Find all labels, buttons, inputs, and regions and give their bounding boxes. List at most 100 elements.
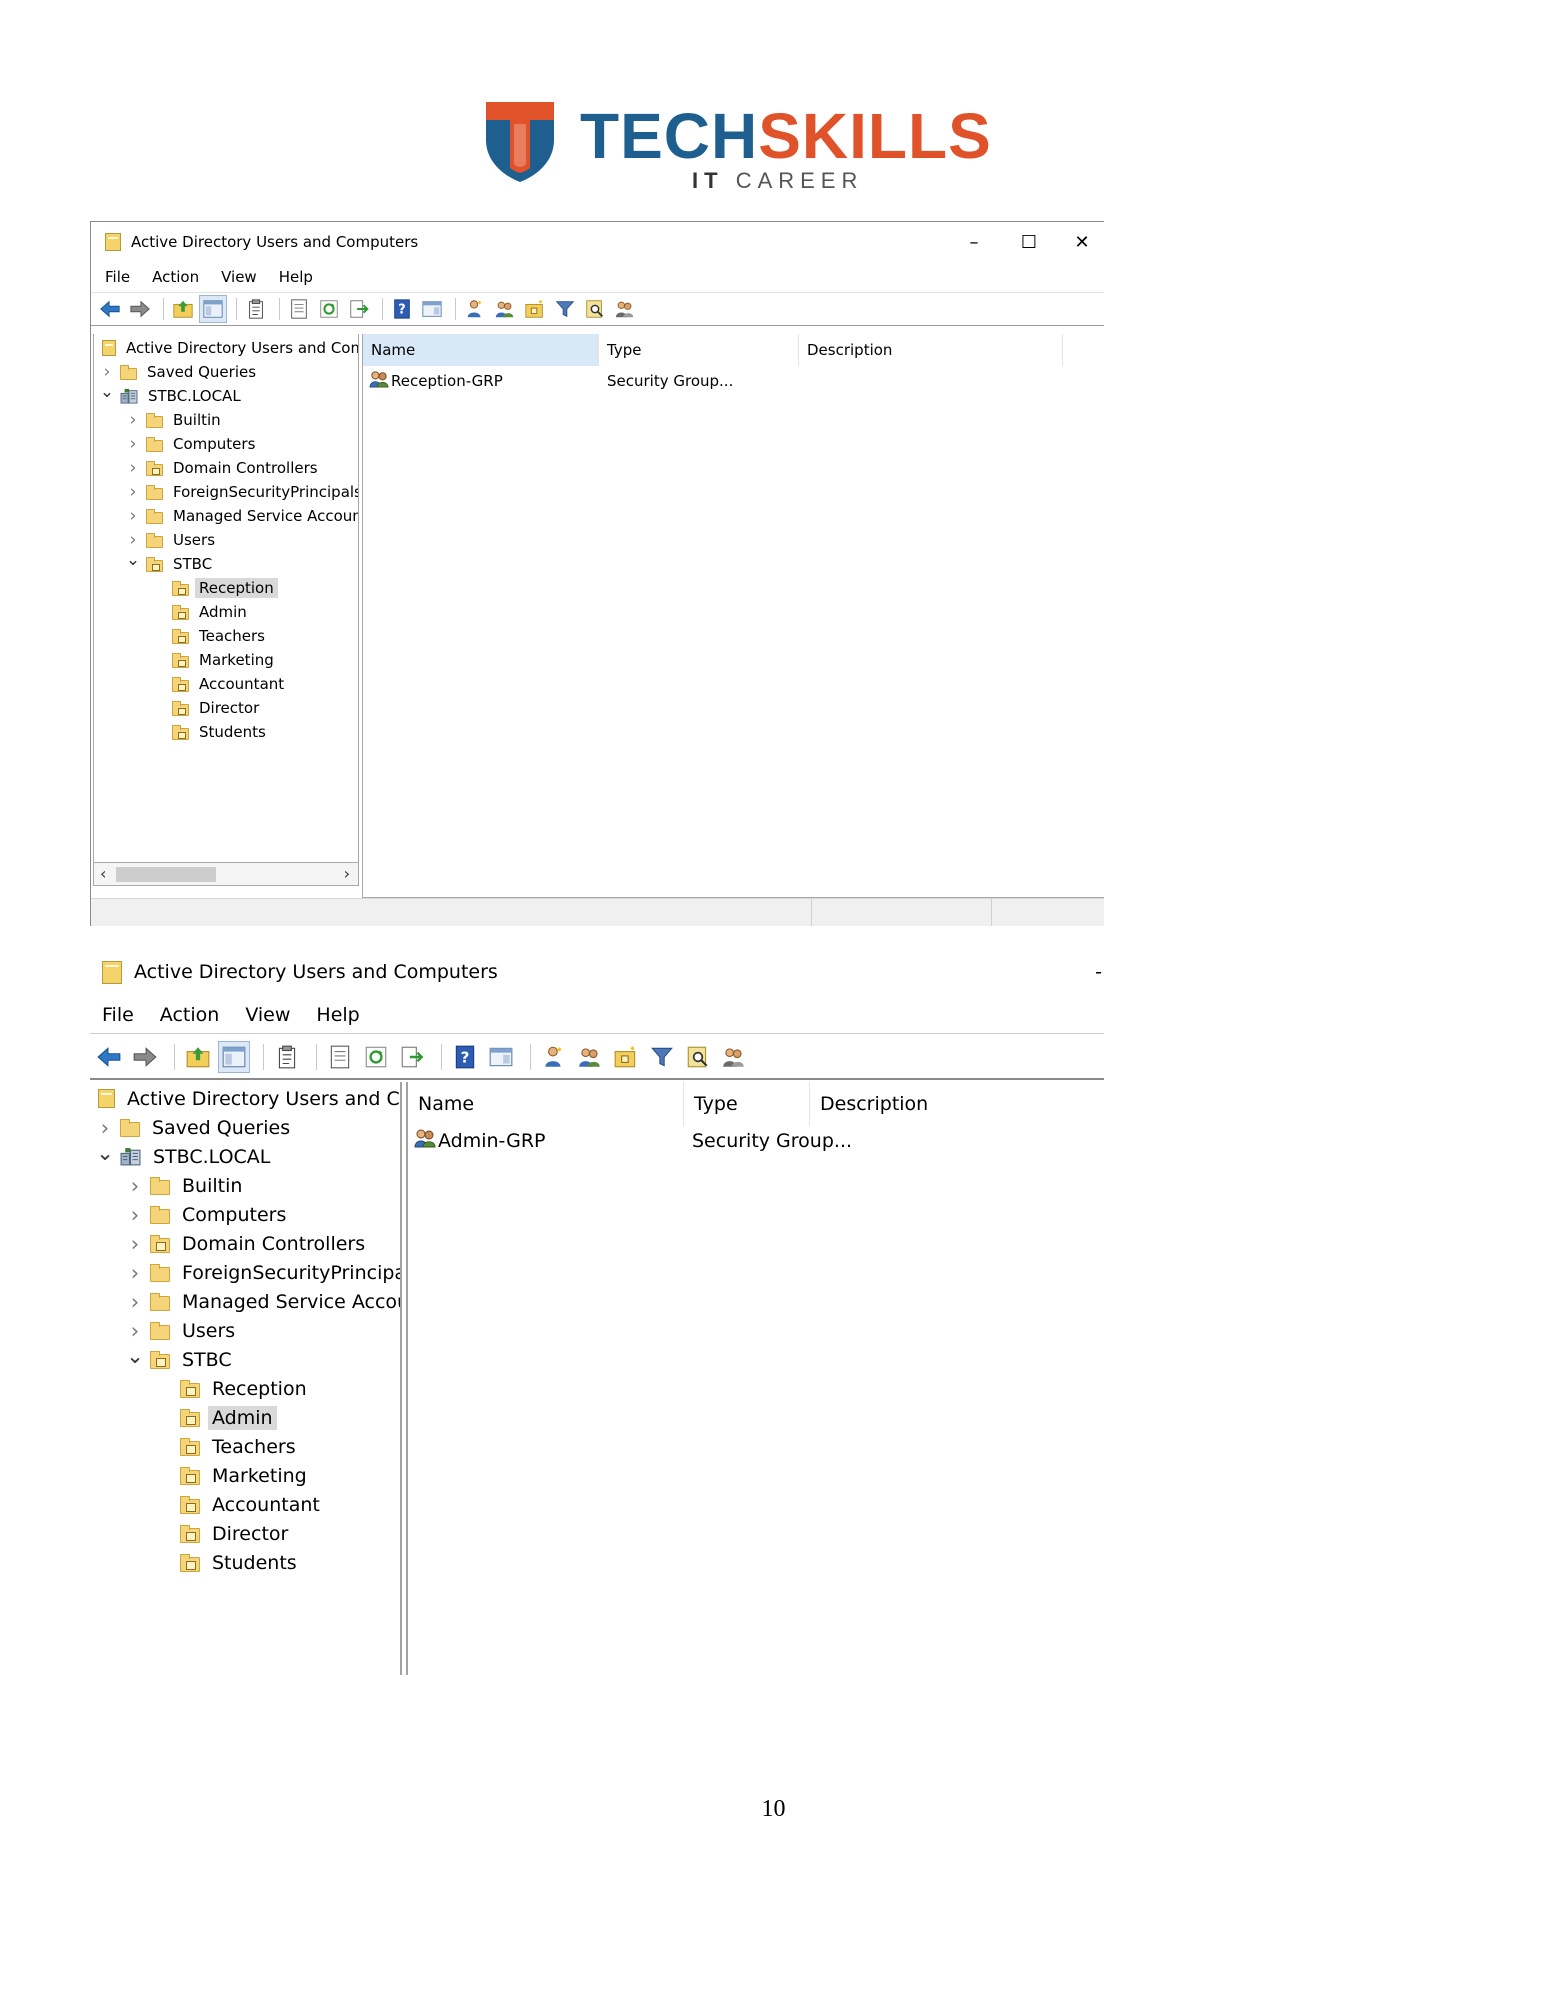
chevron-right-icon[interactable]: ›	[124, 434, 142, 454]
tree-item-builtin[interactable]: › Builtin	[90, 1171, 246, 1200]
show-action-pane-icon[interactable]	[486, 1042, 516, 1072]
forward-arrow-icon[interactable]	[127, 296, 153, 322]
tree-item-foreignsecurityprincipals[interactable]: › ForeignSecurityPrincipals	[94, 480, 358, 504]
scrollbar-thumb[interactable]	[116, 867, 216, 882]
find-icon[interactable]	[582, 296, 608, 322]
export-list-icon[interactable]	[346, 296, 372, 322]
new-user-icon[interactable]	[462, 296, 488, 322]
maximize-button[interactable]: ☐	[998, 232, 1060, 253]
tree-item-computers[interactable]: › Computers	[90, 1200, 290, 1229]
tree-item-stbc-local[interactable]: ⌄ STBC.LOCAL	[94, 382, 245, 408]
menu-help[interactable]: Help	[316, 1004, 359, 1026]
chevron-right-icon[interactable]: ›	[124, 1232, 146, 1256]
chevron-right-icon[interactable]: ›	[124, 1203, 146, 1227]
scroll-left-arrow-icon[interactable]: ‹	[100, 864, 106, 883]
tree-item-builtin[interactable]: › Builtin	[94, 408, 225, 432]
tree-item-domain-controllers[interactable]: › Domain Controllers	[90, 1229, 369, 1258]
tree-item-users[interactable]: › Users	[94, 528, 219, 552]
list-item[interactable]: Admin-GRP Security Group...	[408, 1128, 1104, 1157]
forward-arrow-icon[interactable]	[130, 1042, 160, 1072]
chevron-down-icon[interactable]: ⌄	[124, 550, 142, 570]
tree-item-director[interactable]: Director	[90, 1519, 292, 1548]
new-group-icon[interactable]	[492, 296, 518, 322]
column-header-description[interactable]: Description	[810, 1082, 1104, 1126]
tree-item-marketing[interactable]: Marketing	[94, 648, 278, 672]
help-icon[interactable]: ?	[389, 296, 415, 322]
refresh-icon[interactable]	[316, 296, 342, 322]
new-ou-icon[interactable]	[611, 1042, 641, 1072]
tree-item-domain-controllers[interactable]: › Domain Controllers	[94, 456, 322, 480]
tree-item-active-directory-users-and-com[interactable]: Active Directory Users and Com	[94, 336, 358, 360]
tree-item-stbc[interactable]: ⌄ STBC	[90, 1344, 236, 1374]
tree-item-computers[interactable]: › Computers	[94, 432, 259, 456]
horizontal-scrollbar[interactable]: ‹ ›	[93, 862, 359, 886]
tree-item-teachers[interactable]: Teachers	[90, 1432, 300, 1461]
new-user-icon[interactable]	[539, 1042, 569, 1072]
tree-item-foreignsecurityprincipals[interactable]: › ForeignSecurityPrincipals	[90, 1258, 400, 1287]
chevron-right-icon[interactable]: ›	[124, 458, 142, 478]
menu-help[interactable]: Help	[279, 268, 313, 286]
chevron-down-icon[interactable]: ⌄	[98, 382, 116, 402]
filter-icon[interactable]	[647, 1042, 677, 1072]
chevron-right-icon[interactable]: ›	[124, 1174, 146, 1198]
properties-icon[interactable]	[286, 296, 312, 322]
tree-item-saved-queries[interactable]: › Saved Queries	[90, 1113, 294, 1142]
properties-icon[interactable]	[325, 1042, 355, 1072]
tree-item-managed-service-accounts[interactable]: › Managed Service Accounts	[90, 1287, 400, 1316]
export-list-icon[interactable]	[397, 1042, 427, 1072]
minimize-button[interactable]: –	[950, 232, 998, 253]
menu-file[interactable]: File	[102, 1004, 134, 1026]
tree-item-accountant[interactable]: Accountant	[94, 672, 288, 696]
chevron-right-icon[interactable]: ›	[124, 1319, 146, 1343]
menu-file[interactable]: File	[105, 268, 130, 286]
show-hide-tree-icon[interactable]	[218, 1041, 250, 1073]
chevron-down-icon[interactable]: ⌄	[94, 1141, 116, 1165]
chevron-right-icon[interactable]: ›	[124, 530, 142, 550]
column-header-name[interactable]: Name	[408, 1082, 684, 1126]
delete-clipboard-icon[interactable]	[272, 1042, 302, 1072]
tree-item-stbc-local[interactable]: ⌄ STBC.LOCAL	[90, 1141, 274, 1171]
new-ou-icon[interactable]	[522, 296, 548, 322]
chevron-right-icon[interactable]: ›	[124, 1290, 146, 1314]
help-icon[interactable]: ?	[450, 1042, 480, 1072]
column-header-name[interactable]: Name	[363, 334, 599, 366]
scroll-right-arrow-icon[interactable]: ›	[344, 864, 350, 883]
tree-item-active-directory-users-and-com[interactable]: Active Directory Users and Com	[90, 1084, 400, 1113]
menu-view[interactable]: View	[245, 1004, 290, 1026]
tree-item-director[interactable]: Director	[94, 696, 263, 720]
show-hide-tree-icon[interactable]	[199, 295, 227, 323]
add-to-group-icon[interactable]	[719, 1042, 749, 1072]
column-header-description[interactable]: Description	[799, 334, 1063, 366]
menu-action[interactable]: Action	[152, 268, 199, 286]
tree-item-students[interactable]: Students	[90, 1548, 301, 1577]
show-action-pane-icon[interactable]	[419, 296, 445, 322]
chevron-right-icon[interactable]: ›	[124, 1261, 146, 1285]
new-group-icon[interactable]	[575, 1042, 605, 1072]
tree-item-reception[interactable]: Reception	[90, 1374, 311, 1403]
tree-item-teachers[interactable]: Teachers	[94, 624, 269, 648]
chevron-right-icon[interactable]: ›	[124, 482, 142, 502]
back-arrow-icon[interactable]	[94, 1042, 124, 1072]
chevron-right-icon[interactable]: ›	[124, 410, 142, 430]
menu-action[interactable]: Action	[160, 1004, 220, 1026]
tree-item-stbc[interactable]: ⌄ STBC	[94, 550, 216, 576]
filter-icon[interactable]	[552, 296, 578, 322]
up-folder-icon[interactable]	[183, 1042, 213, 1072]
delete-clipboard-icon[interactable]	[243, 296, 269, 322]
refresh-icon[interactable]	[361, 1042, 391, 1072]
chevron-right-icon[interactable]: ›	[124, 506, 142, 526]
up-folder-icon[interactable]	[170, 296, 196, 322]
tree-item-users[interactable]: › Users	[90, 1316, 239, 1345]
chevron-down-icon[interactable]: ⌄	[124, 1344, 146, 1368]
find-icon[interactable]	[683, 1042, 713, 1072]
tree-item-marketing[interactable]: Marketing	[90, 1461, 311, 1490]
tree-item-accountant[interactable]: Accountant	[90, 1490, 324, 1519]
tree-item-managed-service-accounts[interactable]: › Managed Service Accounts	[94, 504, 358, 528]
tree-item-admin[interactable]: Admin	[90, 1403, 277, 1432]
tree-item-saved-queries[interactable]: › Saved Queries	[94, 360, 260, 384]
tree-item-admin[interactable]: Admin	[94, 600, 251, 624]
tree-item-students[interactable]: Students	[94, 720, 270, 744]
column-header-type[interactable]: Type	[599, 334, 799, 366]
list-item[interactable]: Reception-GRP Security Group...	[363, 370, 1063, 395]
tree-item-reception[interactable]: Reception	[94, 576, 278, 600]
